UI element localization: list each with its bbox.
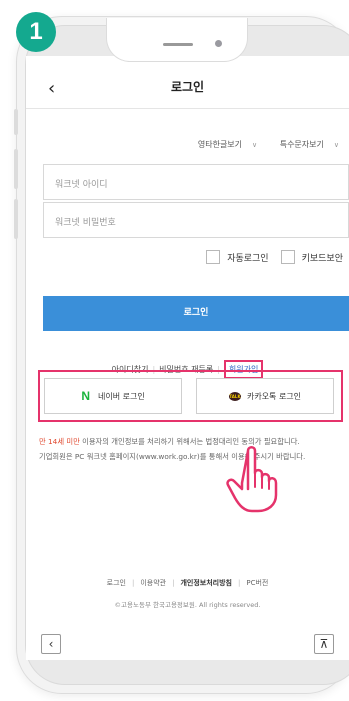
naver-logo-icon: N xyxy=(81,389,90,403)
footer-login-link[interactable]: 로그인 xyxy=(107,579,126,587)
phone-side-button xyxy=(14,109,18,135)
phone-screen: ‹ 로그인 영타한글보기 ∨ 특수문자보기 ∨ 워크넷 아이디 워크넷 비밀번호 자… xyxy=(26,56,349,660)
terms-link[interactable]: 이용약관 xyxy=(140,579,166,587)
kakao-login-label: 카카오톡 로그인 xyxy=(246,391,302,401)
pc-version-link[interactable]: PC버전 xyxy=(246,579,268,587)
pointing-hand-icon xyxy=(226,446,278,513)
divider: | xyxy=(172,579,175,587)
privacy-policy-link[interactable]: 개인정보처리방침 xyxy=(180,579,232,587)
login-button[interactable]: 로그인 xyxy=(43,296,349,331)
phone-side-button xyxy=(14,199,18,239)
password-input[interactable]: 워크넷 비밀번호 xyxy=(43,202,349,238)
kakao-login-button[interactable]: TALK 카카오톡 로그인 xyxy=(196,378,334,414)
english-view-label: 영타한글보기 xyxy=(197,140,243,149)
header-divider xyxy=(26,108,349,109)
keyboard-options: 영타한글보기 ∨ 특수문자보기 ∨ xyxy=(178,139,339,150)
english-view-toggle[interactable]: 영타한글보기 ∨ xyxy=(188,140,257,149)
step-number-badge: 1 xyxy=(16,12,56,52)
divider: | xyxy=(237,579,241,587)
auto-login-label: 자동로그인 xyxy=(227,253,269,264)
keyboard-security-checkbox[interactable] xyxy=(280,250,295,264)
phone-side-button xyxy=(14,149,18,189)
speaker-grille xyxy=(163,43,193,46)
footer-links: 로그인 | 이용약관 | 개인정보처리방침 | PC버전 xyxy=(26,578,349,588)
special-char-toggle[interactable]: 특수문자보기 ∨ xyxy=(270,140,339,149)
chevron-down-icon: ∨ xyxy=(252,141,258,149)
scroll-top-button[interactable]: ⊼ xyxy=(314,634,334,654)
previous-page-button[interactable]: ‹ xyxy=(41,634,61,654)
id-input[interactable]: 워크넷 아이디 xyxy=(43,164,349,200)
login-options: 자동로그인 키보드보안 xyxy=(206,250,343,264)
kakao-talk-icon: TALK xyxy=(228,391,241,401)
special-char-label: 특수문자보기 xyxy=(279,140,324,149)
chevron-down-icon: ∨ xyxy=(333,141,339,149)
camera-icon xyxy=(215,40,222,47)
divider: | xyxy=(131,579,135,587)
naver-login-label: 네이버 로그인 xyxy=(97,391,145,401)
auto-login-checkbox[interactable] xyxy=(206,250,221,264)
age-notice-highlight: 만 14세 미만 xyxy=(39,437,80,446)
page-title: 로그인 xyxy=(170,80,205,94)
privacy-notice: 만 14세 미만 이용자의 개인정보를 처리하기 위해서는 법정대리인 동의가 … xyxy=(39,434,345,464)
phone-notch xyxy=(106,18,248,62)
keyboard-security-label: 키보드보안 xyxy=(301,253,343,264)
naver-login-button[interactable]: N 네이버 로그인 xyxy=(44,378,182,414)
copyright-text: ©고용노동부 한국고용정보원. All rights reserved. xyxy=(114,601,261,609)
